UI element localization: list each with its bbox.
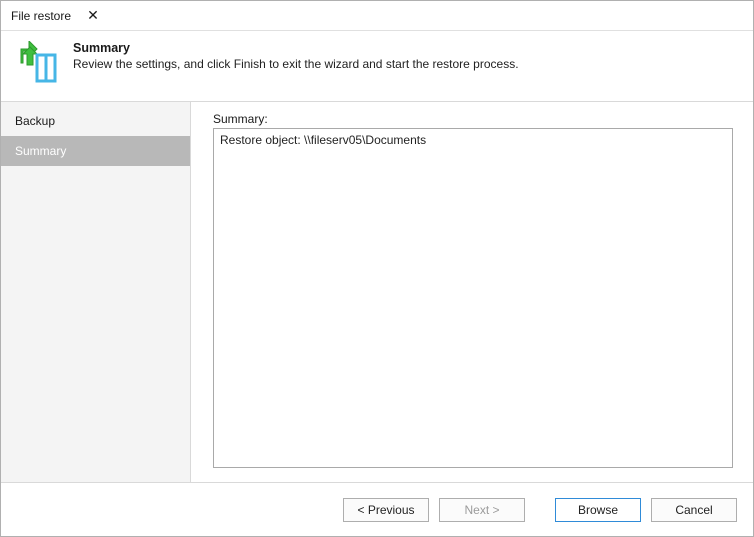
window-close-button[interactable]: ✕ (71, 1, 115, 30)
wizard-step-subtitle: Review the settings, and click Finish to… (73, 57, 519, 71)
summary-line: Restore object: \\fileserv05\Documents (220, 133, 726, 147)
wizard-step-sidebar: Backup Summary (1, 102, 191, 482)
previous-button[interactable]: < Previous (343, 498, 429, 522)
wizard-body: Backup Summary Summary: Restore object: … (1, 102, 753, 482)
wizard-content: Summary: Restore object: \\fileserv05\Do… (191, 102, 753, 482)
restore-icon (15, 41, 59, 85)
browse-button[interactable]: Browse (555, 498, 641, 522)
window-title: File restore (11, 9, 71, 23)
sidebar-item-label: Backup (15, 114, 55, 128)
summary-label: Summary: (213, 112, 733, 126)
next-button: Next > (439, 498, 525, 522)
sidebar-item-summary[interactable]: Summary (1, 136, 190, 166)
close-icon: ✕ (87, 7, 99, 24)
wizard-footer: < Previous Next > Browse Cancel (1, 482, 753, 536)
wizard-header: Summary Review the settings, and click F… (1, 31, 753, 102)
cancel-button[interactable]: Cancel (651, 498, 737, 522)
file-restore-wizard-window: File restore ✕ Summary Review the settin… (0, 0, 754, 537)
sidebar-item-label: Summary (15, 144, 66, 158)
titlebar: File restore ✕ (1, 1, 753, 31)
sidebar-item-backup[interactable]: Backup (1, 106, 190, 136)
wizard-header-text: Summary Review the settings, and click F… (73, 41, 519, 71)
wizard-step-title: Summary (73, 41, 519, 55)
summary-textarea[interactable]: Restore object: \\fileserv05\Documents (213, 128, 733, 468)
